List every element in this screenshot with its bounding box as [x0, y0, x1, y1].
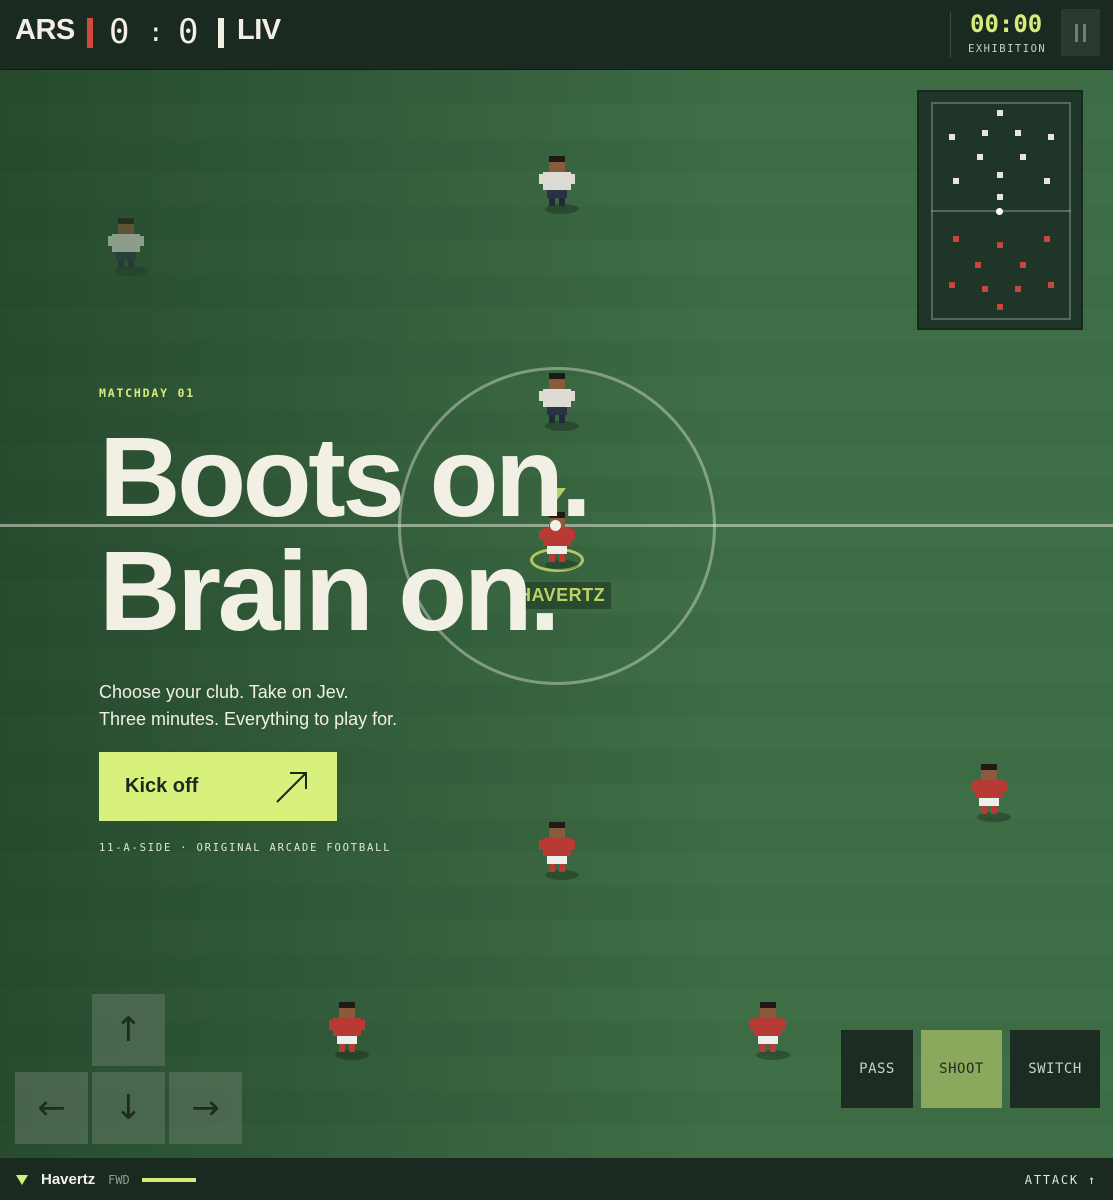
scoreboard: ARS 0 : 0 LIV 00:00 EXHIBITION — [0, 0, 1113, 70]
pause-button[interactable] — [1061, 9, 1100, 56]
active-player-name: Havertz — [41, 1171, 96, 1188]
minimap-away-dot — [1015, 130, 1021, 136]
minimap — [917, 90, 1083, 330]
minimap-away-dot — [982, 130, 988, 136]
minimap-away-dot — [1020, 154, 1026, 160]
attack-mode-label: ATTACK ↑ — [1024, 1173, 1097, 1187]
home-player — [537, 822, 579, 884]
minimap-away-dot — [949, 134, 955, 140]
minimap-home-dot — [1015, 286, 1021, 292]
minimap-home-dot — [997, 304, 1003, 310]
pause-icon — [1083, 23, 1086, 42]
kick-off-button[interactable]: Kick off — [99, 752, 337, 821]
minimap-home-dot — [975, 262, 981, 268]
home-team-name: ARS — [15, 14, 75, 46]
minimap-home-dot — [953, 236, 959, 242]
home-score: 0 — [109, 12, 130, 52]
score-separator: : — [148, 18, 164, 48]
home-player — [327, 1002, 369, 1064]
minimap-home-dot — [1044, 236, 1050, 242]
dpad-left-button[interactable]: ← — [15, 1072, 88, 1144]
dpad-up-button[interactable]: ↑ — [92, 994, 165, 1066]
minimap-away-dot — [1044, 178, 1050, 184]
home-player — [748, 1002, 790, 1064]
kick-off-label: Kick off — [125, 775, 199, 797]
subtitle-line: Three minutes. Everything to play for. — [99, 709, 398, 729]
match-clock: 00:00 — [970, 10, 1043, 38]
pause-icon — [1075, 23, 1078, 42]
status-bar: Havertz FWD ATTACK ↑ — [0, 1158, 1113, 1200]
matchday-label: MATCHDAY 01 — [99, 386, 195, 400]
pass-button[interactable]: PASS — [841, 1030, 913, 1108]
dpad-down-button[interactable]: ↓ — [92, 1072, 165, 1144]
away-score: 0 — [178, 12, 199, 52]
subtitle-line: Choose your club. Take on Jev. — [99, 682, 349, 702]
minimap-away-dot — [997, 172, 1003, 178]
shoot-button[interactable]: SHOOT — [921, 1030, 1002, 1108]
minimap-away-dot — [997, 194, 1003, 200]
minimap-home-dot — [997, 242, 1003, 248]
away-player — [106, 218, 148, 280]
minimap-away-dot — [997, 110, 1003, 116]
home-player — [969, 764, 1011, 826]
minimap-ball-dot — [996, 208, 1003, 215]
active-player-position: FWD — [108, 1173, 130, 1187]
tagline: 11-A-SIDE · ORIGINAL ARCADE FOOTBALL — [99, 842, 392, 854]
headline-line: Boots on. — [99, 414, 592, 540]
away-team-name: LIV — [237, 14, 281, 46]
switch-button[interactable]: SWITCH — [1010, 1030, 1100, 1108]
dpad-right-button[interactable]: → — [169, 1072, 242, 1144]
away-team-color-bar — [218, 18, 224, 48]
subtitle: Choose your club. Take on Jev. Three min… — [99, 679, 397, 733]
divider — [950, 12, 951, 58]
active-player-icon — [16, 1175, 28, 1185]
minimap-away-dot — [953, 178, 959, 184]
minimap-home-dot — [982, 286, 988, 292]
stamina-fill — [142, 1178, 196, 1182]
minimap-home-dot — [1020, 262, 1026, 268]
headline: Boots on. Brain on. — [99, 420, 719, 648]
home-team-color-bar — [87, 18, 93, 48]
arrow-up-right-icon — [276, 771, 307, 803]
minimap-home-dot — [1048, 282, 1054, 288]
headline-line: Brain on. — [99, 528, 561, 654]
away-player — [537, 156, 579, 218]
stamina-bar — [142, 1178, 196, 1182]
match-type-label: EXHIBITION — [968, 43, 1047, 55]
minimap-away-dot — [977, 154, 983, 160]
minimap-away-dot — [1048, 134, 1054, 140]
minimap-home-dot — [949, 282, 955, 288]
